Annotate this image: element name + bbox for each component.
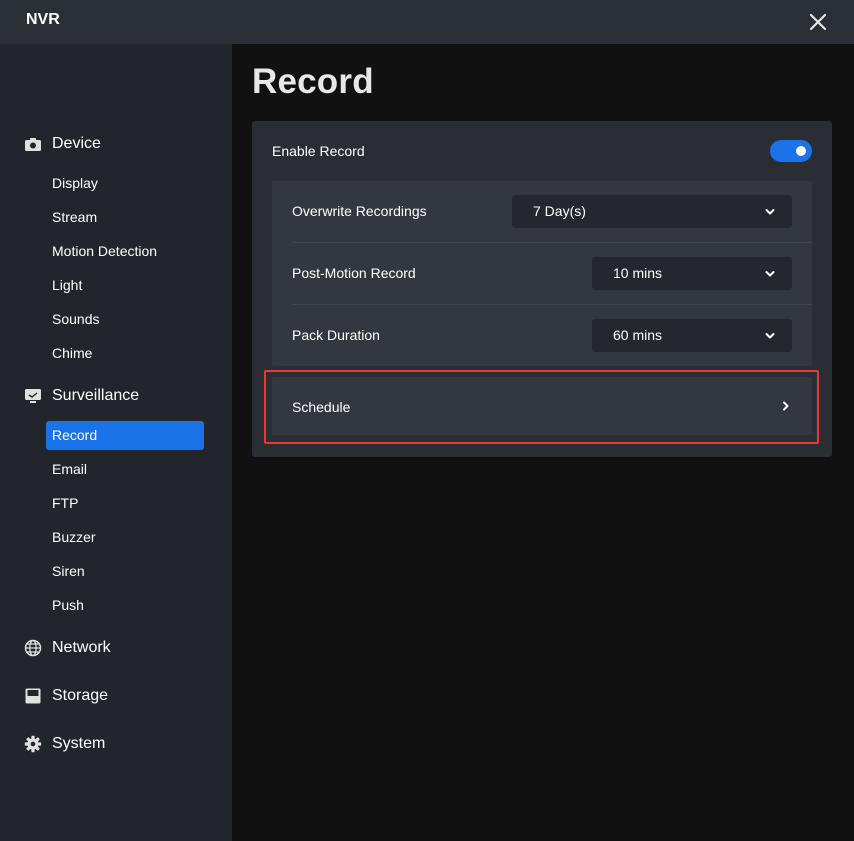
sidebar-item-ftp[interactable]: FTP xyxy=(46,489,204,518)
overwrite-recordings-select[interactable]: 7 Day(s) xyxy=(512,195,792,228)
pack-duration-select[interactable]: 60 mins xyxy=(592,319,792,352)
sidebar-item-display[interactable]: Display xyxy=(46,169,204,198)
sidebar-section-device[interactable]: Device xyxy=(24,131,101,157)
chevron-down-icon xyxy=(765,209,775,215)
toggle-knob xyxy=(796,146,806,156)
sidebar-section-label: Storage xyxy=(52,687,109,704)
schedule-row[interactable]: Schedule xyxy=(272,377,812,435)
sidebar-item-push[interactable]: Push xyxy=(46,591,204,620)
enable-record-toggle[interactable] xyxy=(770,140,812,162)
pack-duration-row: Pack Duration 60 mins xyxy=(272,305,812,367)
disk-icon xyxy=(24,687,42,705)
sidebar-section-label: System xyxy=(52,735,106,752)
sidebar-section-network[interactable]: Network xyxy=(24,635,111,661)
enable-record-label: Enable Record xyxy=(272,143,365,159)
overwrite-recordings-row: Overwrite Recordings 7 Day(s) xyxy=(272,181,812,243)
sidebar-item-stream[interactable]: Stream xyxy=(46,203,204,232)
sidebar-section-label: Surveillance xyxy=(52,387,140,404)
pack-duration-label: Pack Duration xyxy=(292,327,380,343)
post-motion-record-row: Post-Motion Record 10 mins xyxy=(272,243,812,305)
sidebar-item-email[interactable]: Email xyxy=(46,455,204,484)
monitor-icon xyxy=(24,387,42,405)
sidebar-item-light[interactable]: Light xyxy=(46,271,204,300)
close-button[interactable] xyxy=(806,10,830,34)
record-options-panel: Overwrite Recordings 7 Day(s) Post-Motio… xyxy=(272,181,812,366)
chevron-down-icon xyxy=(765,333,775,339)
sidebar-section-label: Device xyxy=(52,135,101,152)
sidebar-item-sounds[interactable]: Sounds xyxy=(46,305,204,334)
close-icon xyxy=(809,13,827,31)
sidebar-item-record[interactable]: Record xyxy=(46,421,204,450)
chevron-down-icon xyxy=(765,271,775,277)
post-motion-record-select[interactable]: 10 mins xyxy=(592,257,792,290)
pack-duration-value: 60 mins xyxy=(613,327,663,343)
title-bar: NVR xyxy=(0,0,854,44)
sidebar-section-surveillance[interactable]: Surveillance xyxy=(24,383,139,409)
camera-icon xyxy=(24,135,42,153)
sidebar-section-label: Network xyxy=(52,639,111,656)
schedule-label: Schedule xyxy=(292,399,351,415)
sidebar-section-storage[interactable]: Storage xyxy=(24,683,108,709)
globe-icon xyxy=(24,639,42,657)
page-title: Record xyxy=(252,62,374,101)
sidebar-section-system[interactable]: System xyxy=(24,731,105,757)
gear-icon xyxy=(24,735,42,753)
record-settings-card: Enable Record Overwrite Recordings 7 Day… xyxy=(252,121,832,457)
post-motion-record-value: 10 mins xyxy=(613,265,663,281)
overwrite-recordings-label: Overwrite Recordings xyxy=(292,203,427,219)
chevron-right-icon xyxy=(783,401,789,411)
sidebar-item-siren[interactable]: Siren xyxy=(46,557,204,586)
post-motion-record-label: Post-Motion Record xyxy=(292,265,416,281)
sidebar: Device Display Stream Motion Detection L… xyxy=(0,44,232,841)
sidebar-item-chime[interactable]: Chime xyxy=(46,339,204,368)
main-content: Record Enable Record Overwrite Recording… xyxy=(232,44,854,841)
sidebar-item-buzzer[interactable]: Buzzer xyxy=(46,523,204,552)
overwrite-recordings-value: 7 Day(s) xyxy=(533,203,586,219)
app-title: NVR xyxy=(26,11,60,28)
sidebar-item-motion-detection[interactable]: Motion Detection xyxy=(46,237,204,266)
